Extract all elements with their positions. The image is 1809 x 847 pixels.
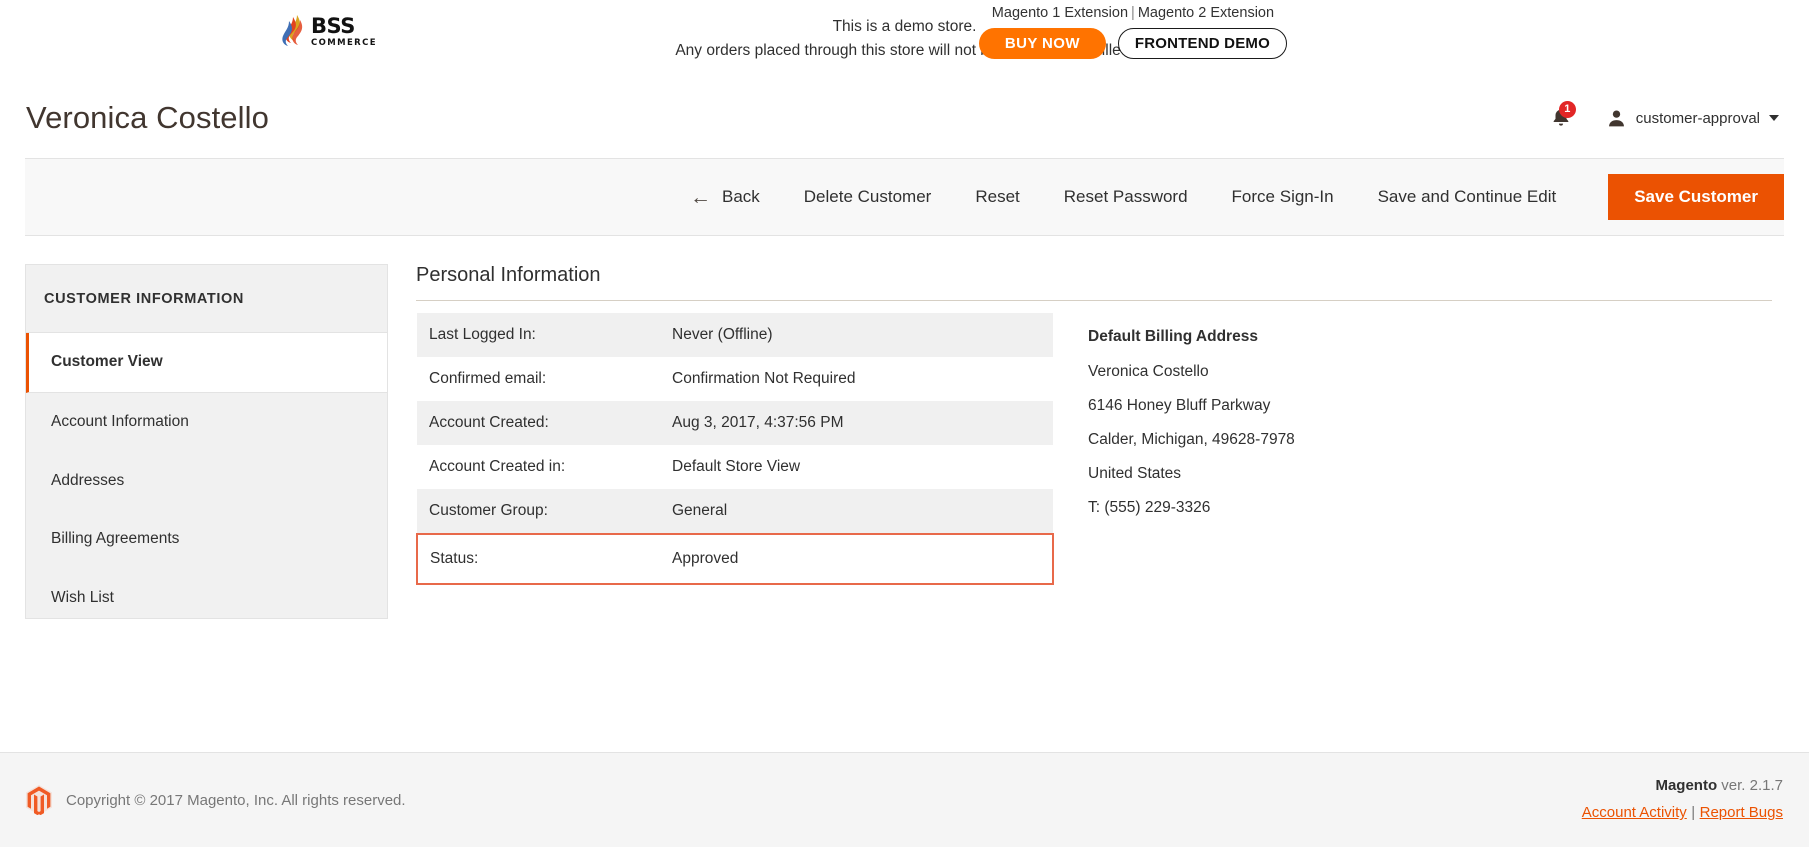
notifications-bell-button[interactable]: 1 bbox=[1550, 101, 1576, 130]
extension-links: Magento 1 Extension | Magento 2 Extension bbox=[979, 5, 1287, 21]
back-button[interactable]: ← Back bbox=[668, 159, 782, 235]
page-body: CUSTOMER INFORMATION Customer View Accou… bbox=[0, 236, 1809, 641]
sidebar-item-addresses[interactable]: Addresses bbox=[26, 452, 387, 511]
notification-count-badge: 1 bbox=[1558, 101, 1576, 118]
back-button-label: Back bbox=[721, 187, 760, 206]
footer-links-separator: | bbox=[1691, 804, 1696, 822]
page-title: Veronica Costello bbox=[26, 100, 269, 135]
user-avatar-icon bbox=[1608, 109, 1624, 126]
sidebar-title: CUSTOMER INFORMATION bbox=[26, 265, 387, 333]
frontend-demo-button[interactable]: FRONTEND DEMO bbox=[1117, 28, 1287, 59]
row-value-last-logged-in: Never (Offline) bbox=[660, 313, 1053, 357]
demo-store-banner: BSS COMMERCE This is a demo store. Any o… bbox=[0, 0, 1809, 78]
user-account-menu[interactable]: customer-approval bbox=[1606, 108, 1779, 129]
reset-button[interactable]: Reset bbox=[953, 159, 1041, 235]
billing-address-city-state-zip: Calder, Michigan, 49628-7978 bbox=[1088, 431, 1295, 448]
magento-1-extension-link[interactable]: Magento 1 Extension bbox=[992, 5, 1128, 21]
default-billing-address-panel: Default Billing Address Veronica Costell… bbox=[1088, 313, 1772, 585]
magento-2-extension-link[interactable]: Magento 2 Extension bbox=[1138, 5, 1274, 21]
promo-actions: Magento 1 Extension | Magento 2 Extension … bbox=[978, 5, 1287, 59]
table-row: Account Created: Aug 3, 2017, 4:37:56 PM bbox=[417, 401, 1053, 445]
main-content: Personal Information Last Logged In: Nev… bbox=[416, 264, 1784, 641]
customer-information-sidebar: CUSTOMER INFORMATION Customer View Accou… bbox=[25, 264, 388, 619]
demo-notice-line-1: This is a demo store. bbox=[832, 18, 977, 35]
row-value-confirmed-email: Confirmation Not Required bbox=[672, 370, 856, 387]
page-actions-toolbar: ← Back Delete Customer Reset Reset Passw… bbox=[25, 158, 1784, 236]
demo-store-notice: This is a demo store. Any orders placed … bbox=[0, 15, 1809, 63]
sidebar-item-wish-list[interactable]: Wish List bbox=[26, 569, 387, 628]
magento-logo-icon bbox=[26, 785, 52, 815]
save-and-continue-edit-button[interactable]: Save and Continue Edit bbox=[1356, 159, 1579, 235]
billing-address-phone: T: (555) 229-3326 bbox=[1088, 499, 1211, 516]
save-customer-button[interactable]: Save Customer bbox=[1608, 174, 1784, 220]
billing-address-title: Default Billing Address bbox=[1088, 328, 1258, 345]
table-row: Confirmed email: Confirmation Not Requir… bbox=[417, 357, 1053, 401]
account-activity-link[interactable]: Account Activity bbox=[1582, 804, 1687, 821]
personal-information-table: Last Logged In: Never (Offline) Confirme… bbox=[416, 313, 1054, 585]
chevron-down-icon bbox=[1769, 115, 1779, 121]
row-value-customer-group: General bbox=[660, 489, 1053, 534]
arrow-left-icon: ← bbox=[689, 185, 711, 209]
page-footer: Copyright © 2017 Magento, Inc. All right… bbox=[0, 752, 1809, 847]
row-label-last-logged-in: Last Logged In: bbox=[417, 313, 660, 357]
billing-address-country: United States bbox=[1088, 465, 1182, 482]
extension-links-separator: | bbox=[1131, 5, 1135, 21]
table-row: Customer Group: General bbox=[417, 489, 1053, 534]
admin-page-header: Veronica Costello 1 customer-approval bbox=[0, 78, 1809, 158]
report-bugs-link[interactable]: Report Bugs bbox=[1700, 804, 1783, 821]
sidebar-item-billing-agreements[interactable]: Billing Agreements bbox=[26, 510, 387, 569]
section-title-personal-information: Personal Information bbox=[416, 264, 1772, 301]
footer-links: Account Activity | Report Bugs bbox=[1582, 799, 1783, 827]
force-sign-in-button[interactable]: Force Sign-In bbox=[1210, 159, 1356, 235]
delete-customer-button[interactable]: Delete Customer bbox=[782, 159, 954, 235]
reset-password-button[interactable]: Reset Password bbox=[1042, 159, 1210, 235]
table-row: Account Created in: Default Store View bbox=[417, 445, 1053, 489]
personal-information-panel: Last Logged In: Never (Offline) Confirme… bbox=[416, 313, 1054, 585]
header-actions: 1 customer-approval bbox=[1550, 101, 1779, 130]
sidebar-item-account-information[interactable]: Account Information bbox=[26, 393, 387, 452]
user-account-name: customer-approval bbox=[1635, 109, 1760, 127]
row-value-account-created-in: Default Store View bbox=[672, 458, 801, 475]
billing-address-street: 6146 Honey Bluff Parkway bbox=[1088, 397, 1271, 414]
magento-version-brand: Magento bbox=[1655, 776, 1718, 794]
row-label-account-created-in: Account Created in: bbox=[429, 458, 566, 475]
row-label-account-created: Account Created: bbox=[417, 401, 660, 445]
row-label-confirmed-email: Confirmed email: bbox=[429, 370, 547, 387]
magento-version: Magento ver. 2.1.7 bbox=[1582, 773, 1783, 799]
row-label-customer-group: Customer Group: bbox=[417, 489, 660, 534]
status-badge: Approved bbox=[660, 533, 1054, 585]
row-value-account-created: Aug 3, 2017, 4:37:56 PM bbox=[660, 401, 1053, 445]
copyright-text: Copyright © 2017 Magento, Inc. All right… bbox=[66, 791, 406, 809]
billing-address-name: Veronica Costello bbox=[1088, 363, 1209, 380]
table-row-status-highlighted: Status: Approved bbox=[416, 533, 1054, 585]
row-label-status: Status: bbox=[416, 533, 660, 585]
demo-notice-line-2: Any orders placed through this store wil… bbox=[675, 42, 1134, 60]
buy-now-button[interactable]: BUY NOW bbox=[978, 28, 1106, 59]
sidebar-item-customer-view[interactable]: Customer View bbox=[26, 333, 387, 393]
table-row: Last Logged In: Never (Offline) bbox=[417, 313, 1053, 357]
magento-version-number: ver. 2.1.7 bbox=[1717, 776, 1783, 794]
